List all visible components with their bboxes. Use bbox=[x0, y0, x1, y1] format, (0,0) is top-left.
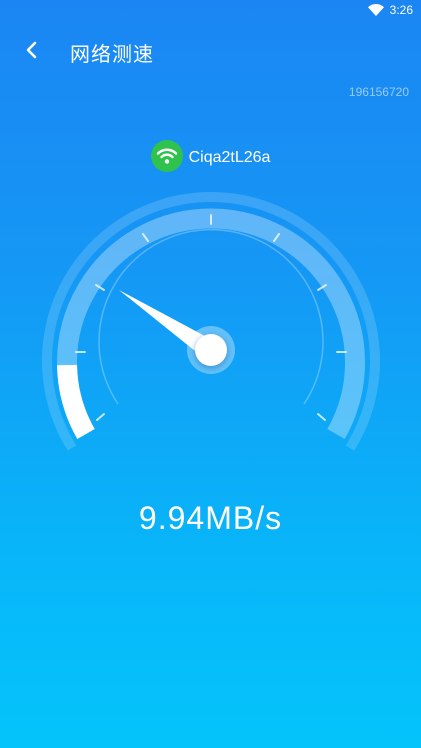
gauge-knob bbox=[195, 334, 227, 366]
gauge-outer-ring bbox=[42, 191, 380, 451]
gauge-inner-ring bbox=[98, 228, 324, 405]
speed-gauge bbox=[42, 191, 380, 451]
speed-value: 9.94MB/s bbox=[138, 500, 283, 536]
